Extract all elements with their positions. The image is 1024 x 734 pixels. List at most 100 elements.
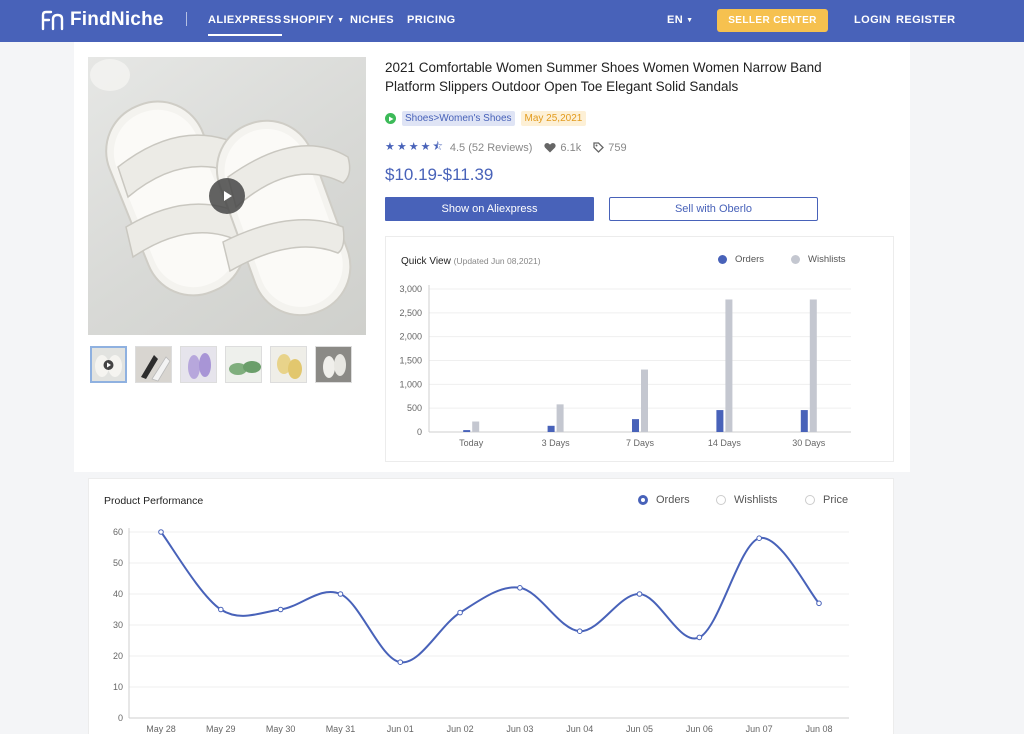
bar-chart-ytick-label: 1,000 [399,379,422,389]
line-chart-ytick-label: 40 [113,589,123,599]
play-icon [224,191,232,201]
register-link[interactable]: REGISTER [896,14,955,26]
logo-text: FindNiche [70,9,164,30]
tags-count: 759 [608,141,627,154]
thumbnail-5[interactable] [270,346,307,383]
chevron-down-icon: ▼ [337,17,345,24]
line-chart-xtick-label: Jun 01 [387,724,414,734]
line-chart-xtick-label: Jun 04 [566,724,593,734]
bar-chart-ytick-label: 3,000 [399,284,422,294]
seller-center-button[interactable]: SELLER CENTER [717,9,828,32]
thumbnail-image [141,355,171,382]
orders-point [337,591,344,597]
orders-point [696,634,703,641]
product-main-image[interactable] [88,57,366,335]
thumbnail-strip [90,346,352,383]
chevron-down-icon: ▼ [686,17,694,24]
top-nav: FindNiche ALIEXPRESS SHOPIFY ▼ NICHES PRI… [0,0,1024,42]
bar-wishlists [809,299,817,432]
nav-pricing[interactable]: PRICING [407,14,456,26]
logo[interactable]: FindNiche [40,9,164,31]
thumbnail-image [229,361,261,375]
orders-point [158,529,164,535]
line-chart-xtick-label: Jun 02 [447,724,474,734]
price-range: $10.19-$11.39 [385,165,494,184]
product-title: 2021 Comfortable Women Summer Shoes Wome… [385,60,822,94]
login-link[interactable]: LOGIN [854,14,891,26]
thumbnail-image [323,354,346,378]
nav-shopify-label: SHOPIFY [283,14,335,26]
nav-aliexpress[interactable]: ALIEXPRESS [208,14,282,36]
bar-orders [800,410,808,432]
thumbnail-1[interactable] [90,346,127,383]
nav-niches[interactable]: NICHES [350,14,394,26]
bar-chart-ytick-label: 2,500 [399,308,422,318]
quick-view-bar-chart: 0 500 1,000 1,500 2,000 2,500 3,000 Today 3 Days… [399,284,851,448]
quick-view-panel: Quick View (Updated Jun 08,2021) Orders … [385,236,894,462]
language-label: EN [667,14,684,26]
orders-point [457,609,463,616]
likes-stat: 6.1k [544,142,581,154]
sell-with-oberlo-button[interactable]: Sell with Oberlo [609,197,818,221]
bar-wishlists [556,404,564,432]
orders-point [576,628,583,634]
line-chart-xtick-label: May 30 [266,724,296,734]
likes-count: 6.1k [560,141,582,154]
bar-orders [632,419,639,432]
bar-chart-ytick-label: 1,500 [399,356,422,366]
tag-icon [593,142,605,153]
orders-point [816,600,822,607]
thumbnail-3[interactable] [180,346,217,383]
product-meta: Shoes>Women's Shoes May 25,2021 [385,111,587,126]
category-badge[interactable]: Shoes>Women's Shoes [402,111,515,126]
orders-point [517,585,523,591]
line-chart-xtick-label: May 28 [146,724,176,734]
bar-wishlists [725,299,733,432]
nav-shopify[interactable]: SHOPIFY ▼ [283,14,344,26]
orders-point [218,606,224,613]
product-card: 2021 Comfortable Women Summer Shoes Wome… [74,42,910,472]
nav-divider [186,12,187,26]
thumbnail-4[interactable] [225,346,262,383]
line-chart-xtick-label: May 31 [326,724,356,734]
bar-chart-ytick-label: 0 [417,427,422,437]
thumbnail-image [188,353,211,379]
bar-chart-xtick-label: Today [459,438,484,448]
bar-orders [547,425,555,432]
bar-chart-xtick-label: 14 Days [708,438,742,448]
line-chart-ytick-label: 0 [118,713,123,723]
play-icon [95,355,122,377]
tags-stat: 759 [593,141,627,154]
orders-point [756,535,762,542]
review-count: (52 Reviews) [468,141,533,154]
logo-icon [41,10,64,31]
line-chart-ytick-label: 10 [113,682,123,692]
thumbnail-2[interactable] [135,346,172,383]
product-performance-card: Product Performance Orders Wishlists Pri… [88,478,894,734]
orders-point [636,591,643,597]
play-circle-icon [385,113,396,124]
line-chart-ytick-label: 60 [113,527,123,537]
line-chart-ytick-label: 20 [113,651,123,661]
orders-line [160,531,820,664]
line-chart-ytick-label: 30 [113,620,123,630]
rating-value: 4.5 [449,141,466,154]
bar-wishlists [472,421,480,432]
line-chart-ytick-label: 50 [113,558,123,568]
bar-chart-ytick-label: 2,000 [399,332,422,342]
orders-point [277,606,284,613]
line-chart-xtick-label: Jun 06 [686,724,713,734]
bar-chart-xtick-label: 7 Days [626,438,655,448]
play-video-button[interactable] [209,178,245,214]
performance-line-chart: 0 10 20 30 40 50 60 May 28 May 29 May 30 May 31 Jun… [113,527,849,734]
thumbnail-image [277,354,302,379]
star-rating-icon: ★★★★⯪ [385,141,445,153]
heart-icon [544,142,557,153]
bar-orders [463,430,471,432]
thumbnail-6[interactable] [315,346,352,383]
show-on-aliexpress-button[interactable]: Show on Aliexpress [385,197,594,221]
language-selector[interactable]: EN ▼ [667,14,693,26]
bar-chart-xtick-label: 3 Days [542,438,571,448]
line-chart-xtick-label: Jun 05 [626,724,653,734]
bar-chart-ytick-label: 500 [407,403,422,413]
